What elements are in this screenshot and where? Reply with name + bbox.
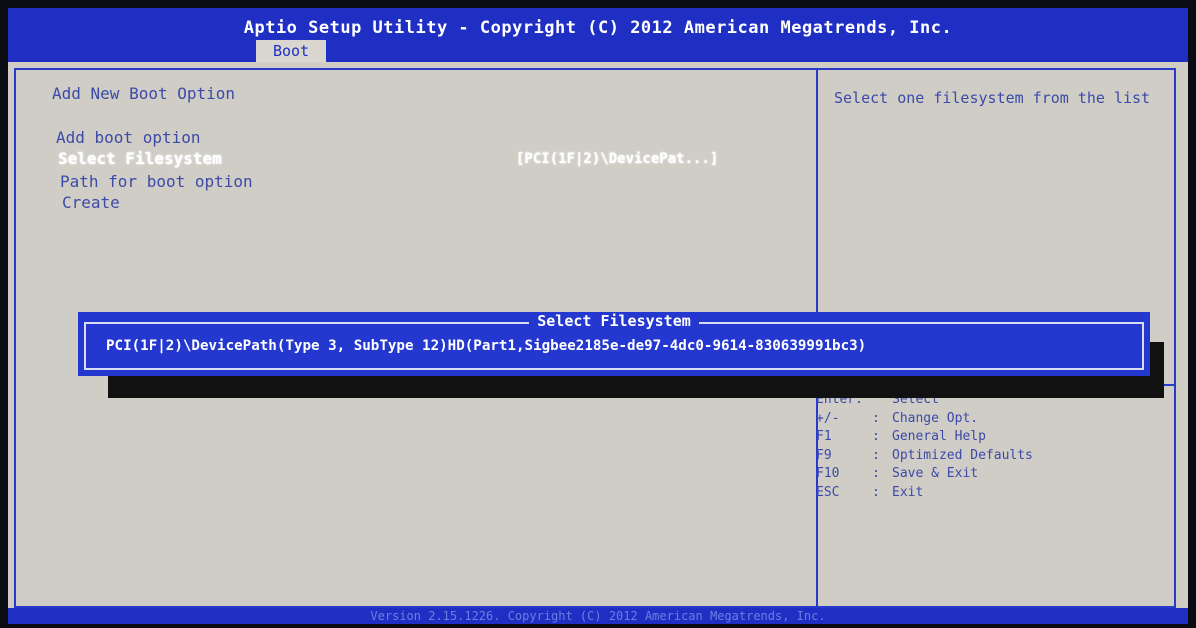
filesystem-option[interactable]: PCI(1F|2)\DevicePath(Type 3, SubType 12)… — [106, 338, 866, 354]
key-legend-row: +/-: Change Opt. — [816, 411, 1176, 430]
menu-item-add-boot-option[interactable]: Add boot option — [56, 128, 201, 147]
key-label: F1 — [816, 429, 832, 445]
key-description: Save & Exit — [892, 466, 979, 482]
key-legend: Enter: Select +/-: Change Opt. F1: General … — [816, 392, 1176, 504]
select-filesystem-dialog: Select Filesystem PCI(1F|2)\DevicePath(T… — [78, 312, 1150, 376]
select-filesystem-value[interactable]: [PCI(1F|2)\DevicePat...] — [516, 151, 718, 167]
key-separator: : — [872, 484, 880, 500]
key-legend-row: F10: Save & Exit — [816, 466, 1176, 485]
key-label: ESC — [816, 484, 840, 500]
key-label: F9 — [816, 447, 832, 463]
monitor-screen: Aptio Setup Utility - Copyright (C) 2012… — [0, 0, 1196, 628]
menu-item-create[interactable]: Create — [62, 193, 120, 212]
window-title: Aptio Setup Utility - Copyright (C) 2012… — [243, 18, 953, 38]
key-description: Exit — [892, 484, 924, 500]
key-description: Optimized Defaults — [892, 447, 1033, 463]
help-description: Select one filesystem from the list — [834, 89, 1151, 107]
key-separator: : — [872, 466, 880, 482]
menu-item-path-for-boot-option[interactable]: Path for boot option — [60, 172, 253, 191]
key-label: F10 — [816, 466, 840, 482]
title-bar: Aptio Setup Utility - Copyright (C) 2012… — [8, 8, 1188, 62]
key-separator: : — [872, 447, 880, 463]
footer-bar: Version 2.15.1226. Copyright (C) 2012 Am… — [8, 608, 1188, 624]
dialog-title-text: Select Filesystem — [529, 312, 699, 330]
key-label: +/- — [816, 410, 840, 426]
key-description: General Help — [892, 429, 986, 445]
key-separator: : — [872, 429, 880, 445]
tab-boot[interactable]: Boot — [256, 40, 326, 62]
menu-item-select-filesystem[interactable]: Select Filesystem — [58, 149, 222, 168]
bios-setup-window: Aptio Setup Utility - Copyright (C) 2012… — [8, 8, 1188, 624]
dialog-title: Select Filesystem — [78, 312, 1150, 330]
key-separator: : — [872, 410, 880, 426]
key-description: Change Opt. — [892, 410, 979, 426]
key-legend-row: F1: General Help — [816, 429, 1176, 448]
key-legend-row: F9: Optimized Defaults — [816, 448, 1176, 467]
section-title: Add New Boot Option — [52, 84, 236, 103]
key-legend-row: ESC: Exit — [816, 485, 1176, 504]
version-copyright: Version 2.15.1226. Copyright (C) 2012 Am… — [370, 609, 826, 623]
